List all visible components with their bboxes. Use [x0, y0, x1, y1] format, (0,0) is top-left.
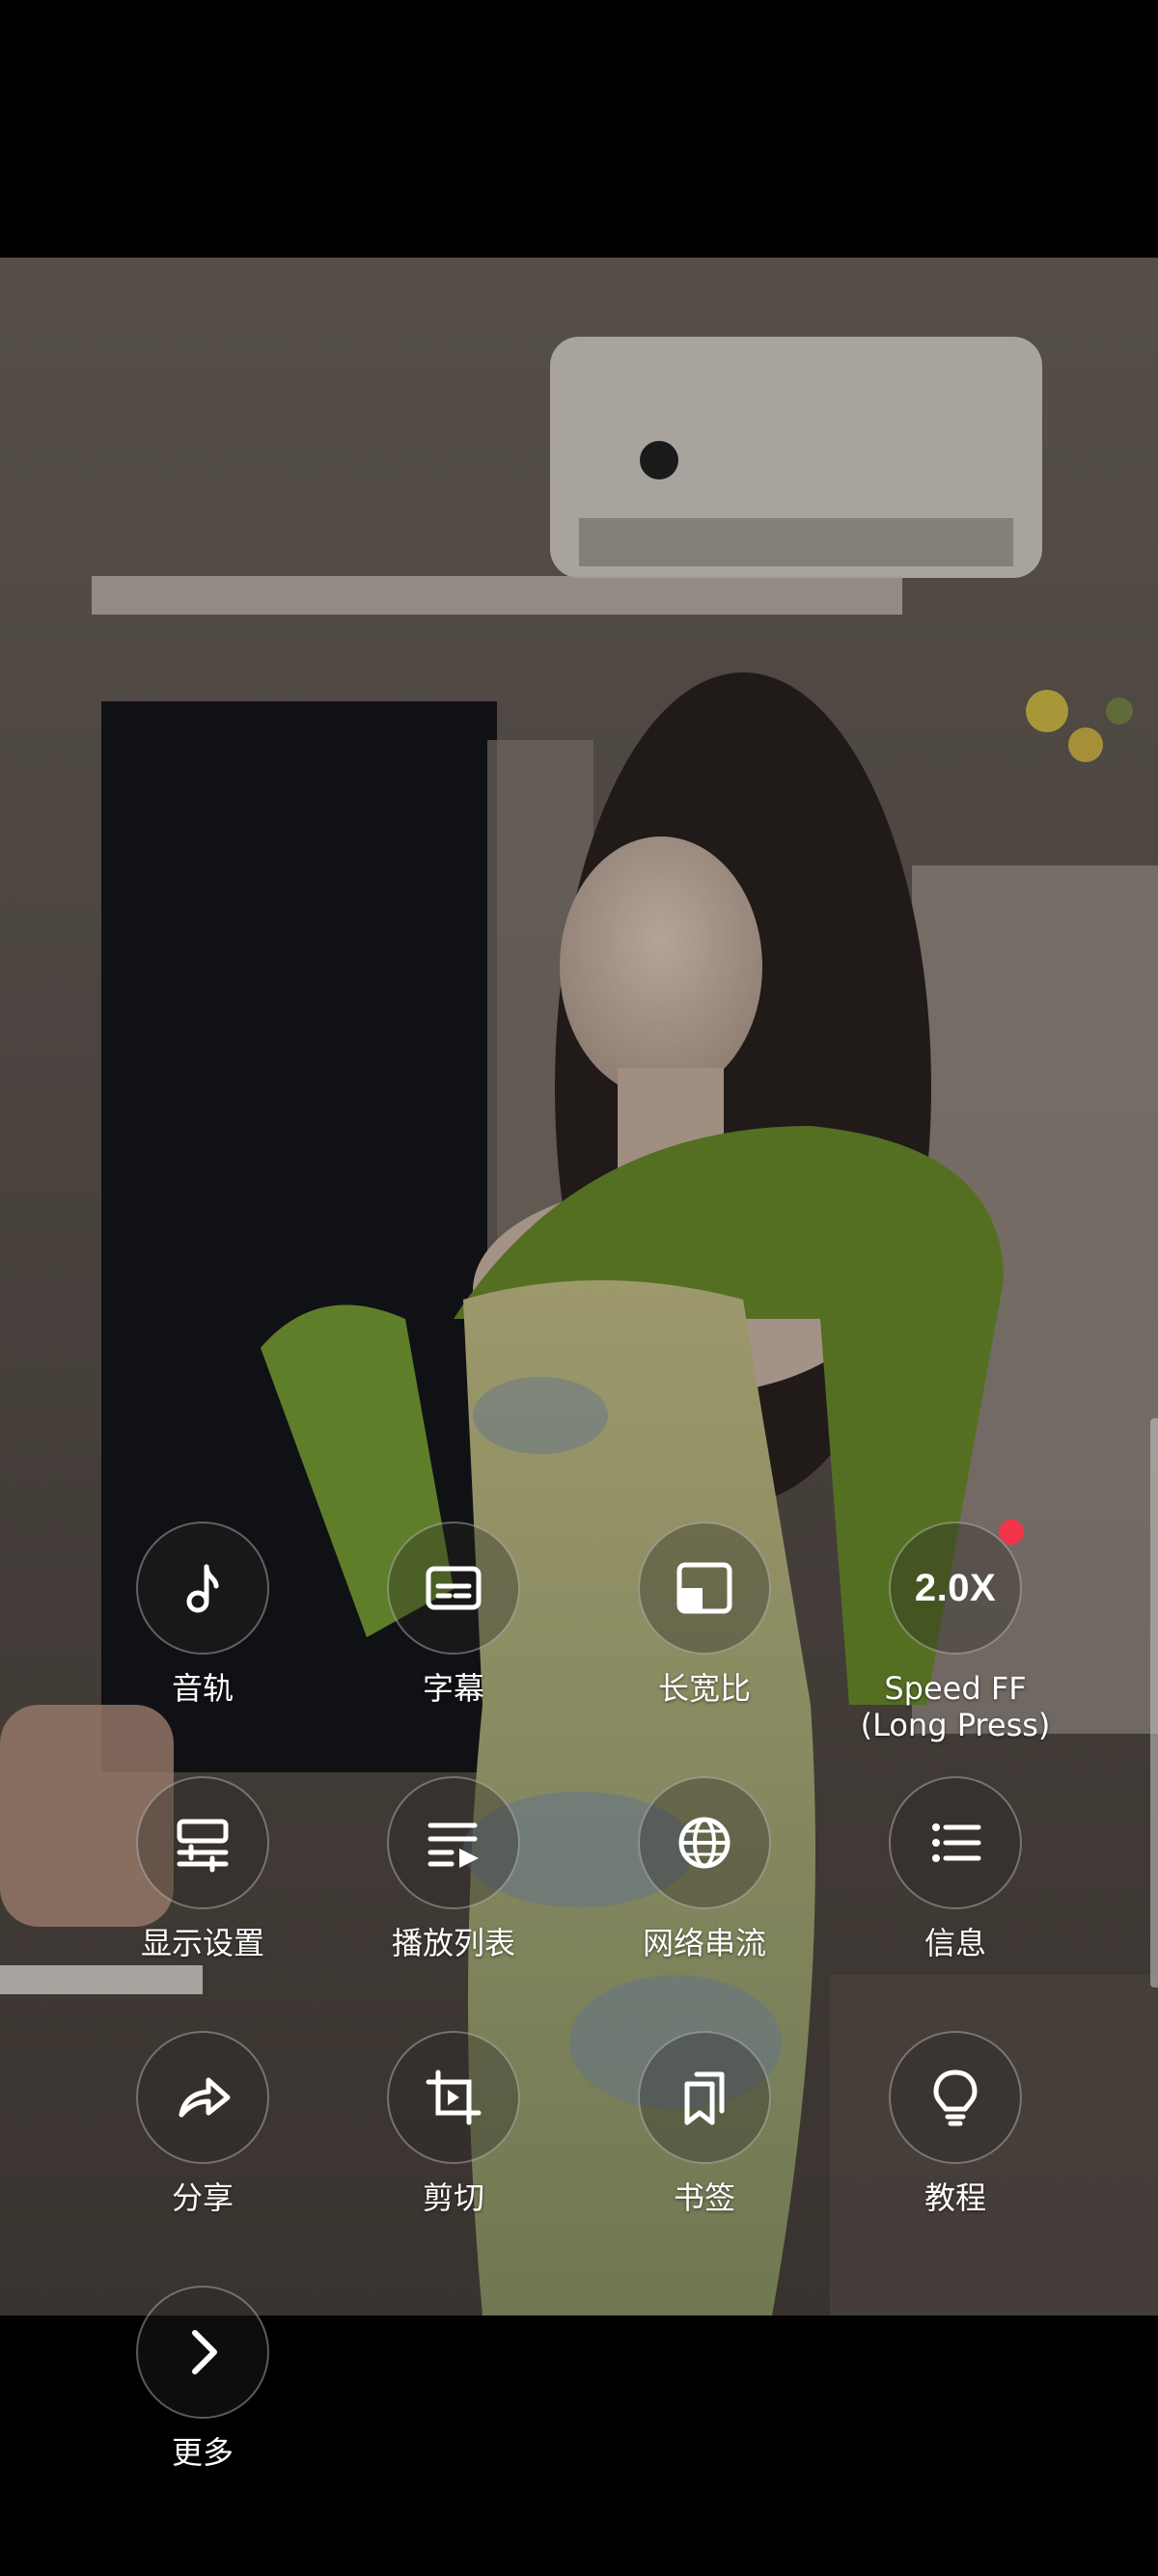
trim-icon-circle — [387, 2031, 520, 2164]
tutorial-button[interactable]: 教程 — [830, 2031, 1081, 2216]
globe-icon — [678, 1817, 731, 1869]
aspect-ratio-icon-circle — [638, 1521, 771, 1655]
crop-video-icon — [426, 2069, 482, 2125]
share-icon — [179, 2077, 231, 2118]
subtitles-button[interactable]: 字幕 — [328, 1521, 579, 1707]
player-screen: 音轨 字幕 长宽比 2.0X Speed FF (Long Press) 显示设… — [0, 0, 1158, 2576]
share-label: 分享 — [171, 2179, 234, 2216]
more-options-menu: 音轨 字幕 长宽比 2.0X Speed FF (Long Press) 显示设… — [0, 0, 1158, 2576]
more-label: 更多 — [171, 2434, 234, 2471]
new-badge-dot — [999, 1520, 1024, 1545]
playlist-icon — [427, 1822, 479, 1868]
speed-value-text: 2.0X — [914, 1566, 997, 1609]
subtitles-label: 字幕 — [422, 1670, 484, 1707]
network-stream-label: 网络串流 — [642, 1925, 766, 1961]
audio-track-icon-circle — [136, 1521, 269, 1655]
playlist-label: 播放列表 — [391, 1925, 515, 1961]
bookmarks-label: 书签 — [673, 2179, 735, 2216]
speed-ff-button[interactable]: 2.0X Speed FF (Long Press) — [830, 1520, 1081, 1743]
bookmark-icon — [684, 2071, 725, 2125]
network-stream-icon-circle — [638, 1776, 771, 1909]
bookmarks-button[interactable]: 书签 — [579, 2031, 830, 2216]
list-icon — [932, 1823, 981, 1862]
playlist-button[interactable]: 播放列表 — [328, 1776, 579, 1961]
subtitles-icon — [426, 1566, 482, 1610]
network-stream-button[interactable]: 网络串流 — [579, 1776, 830, 1961]
audio-track-button[interactable]: 音轨 — [77, 1521, 328, 1707]
chevron-right-icon — [192, 2330, 217, 2374]
aspect-ratio-label: 长宽比 — [657, 1670, 751, 1707]
aspect-ratio-icon — [676, 1562, 732, 1614]
more-button[interactable]: 更多 — [77, 2286, 328, 2471]
bookmarks-icon-circle — [638, 2031, 771, 2164]
aspect-ratio-button[interactable]: 长宽比 — [579, 1521, 830, 1707]
tutorial-icon-circle — [889, 2031, 1022, 2164]
tutorial-label: 教程 — [924, 2179, 986, 2216]
share-button[interactable]: 分享 — [77, 2031, 328, 2216]
playlist-icon-circle — [387, 1776, 520, 1909]
subtitles-icon-circle — [387, 1521, 520, 1655]
speed-ff-label: Speed FF (Long Press) — [860, 1670, 1051, 1743]
audio-track-label: 音轨 — [171, 1670, 234, 1707]
info-icon-circle — [889, 1776, 1022, 1909]
speed-icon-circle: 2.0X — [889, 1520, 1024, 1655]
display-settings-icon-circle — [136, 1776, 269, 1909]
lightbulb-icon — [933, 2069, 978, 2126]
display-settings-button[interactable]: 显示设置 — [77, 1776, 328, 1961]
trim-label: 剪切 — [422, 2179, 484, 2216]
info-label: 信息 — [924, 1925, 986, 1961]
info-button[interactable]: 信息 — [830, 1776, 1081, 1961]
display-settings-label: 显示设置 — [140, 1925, 264, 1961]
more-icon-circle — [136, 2286, 269, 2419]
display-settings-icon — [177, 1819, 229, 1873]
music-note-icon — [186, 1564, 219, 1613]
trim-button[interactable]: 剪切 — [328, 2031, 579, 2216]
share-icon-circle — [136, 2031, 269, 2164]
